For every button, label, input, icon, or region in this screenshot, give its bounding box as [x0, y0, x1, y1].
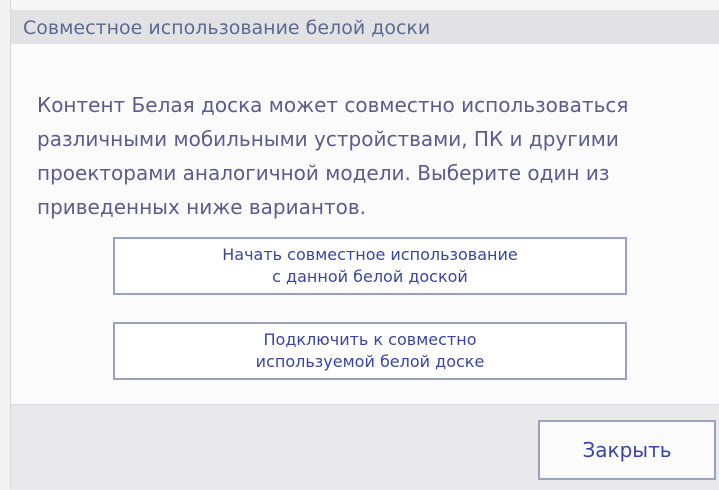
whiteboard-sharing-dialog: Совместное использование белой доски Кон… — [10, 0, 719, 490]
dialog-title: Совместное использование белой доски — [23, 17, 431, 39]
connect-shared-label-line2: используемой белой доске — [255, 352, 485, 371]
start-sharing-label-line2: с данной белой доской — [272, 267, 468, 286]
connect-shared-button[interactable]: Подключить к совместно используемой бело… — [113, 322, 627, 380]
dialog-description: Контент Белая доска может совместно испо… — [37, 93, 629, 219]
start-sharing-label-line1: Начать совместное использование — [222, 245, 518, 264]
close-button-label: Закрыть — [582, 438, 672, 462]
close-button[interactable]: Закрыть — [538, 420, 716, 480]
connect-shared-label-line1: Подключить к совместно — [263, 330, 477, 349]
dialog-title-bar: Совместное использование белой доски — [11, 10, 719, 44]
start-sharing-button[interactable]: Начать совместное использование с данной… — [113, 237, 627, 295]
